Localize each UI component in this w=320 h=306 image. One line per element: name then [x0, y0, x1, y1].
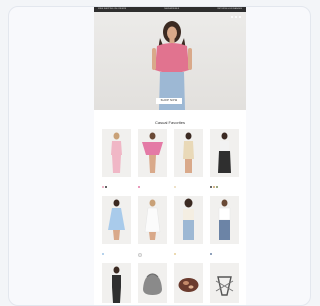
color-swatches [137, 186, 167, 188]
shop-now-button[interactable]: SHOP NOW [156, 98, 182, 104]
product-price [102, 249, 131, 252]
color-swatch[interactable] [137, 253, 142, 257]
product-price [210, 182, 239, 185]
preview-card: FREE SHIPPING ON ORDERS NEW ARRIVALS RET… [8, 6, 311, 306]
product-card[interactable] [101, 196, 131, 255]
product-image[interactable] [137, 129, 167, 177]
color-swatch[interactable] [173, 253, 176, 255]
color-swatch[interactable] [173, 186, 176, 188]
color-swatches [137, 253, 167, 257]
color-swatch[interactable] [137, 186, 140, 188]
product-grid [94, 129, 246, 303]
color-swatch[interactable] [209, 186, 212, 188]
product-image[interactable] [101, 129, 131, 177]
product-price [210, 249, 239, 252]
product-image[interactable] [137, 196, 167, 244]
product-card[interactable] [173, 196, 203, 255]
product-card[interactable] [101, 263, 131, 303]
webpage-preview: FREE SHIPPING ON ORDERS NEW ARRIVALS RET… [94, 7, 246, 305]
product-image[interactable] [173, 263, 203, 303]
product-card[interactable] [209, 196, 239, 255]
color-swatches [173, 186, 203, 188]
color-swatches [173, 253, 203, 255]
product-card[interactable] [173, 129, 203, 188]
cart-icon[interactable] [239, 15, 241, 18]
account-icon[interactable] [235, 15, 237, 18]
color-swatches [101, 186, 131, 188]
color-swatch[interactable] [215, 186, 218, 188]
color-swatch[interactable] [212, 186, 215, 188]
product-price [174, 182, 203, 185]
product-price [138, 182, 167, 185]
color-swatch[interactable] [101, 186, 104, 188]
product-price [174, 249, 203, 252]
product-card[interactable] [173, 263, 203, 303]
color-swatch[interactable] [104, 186, 107, 188]
product-image[interactable] [137, 263, 167, 303]
hero-model-image [152, 21, 192, 110]
product-card[interactable] [137, 263, 167, 303]
product-card[interactable] [137, 129, 167, 188]
product-image[interactable] [209, 196, 239, 244]
color-swatch[interactable] [209, 253, 212, 255]
product-price [138, 249, 167, 252]
color-swatch[interactable] [101, 253, 104, 255]
product-image[interactable] [173, 129, 203, 177]
section-title: Casual Favorites [154, 120, 185, 125]
color-swatches [209, 186, 239, 188]
product-card[interactable] [137, 196, 167, 257]
product-image[interactable] [209, 263, 239, 303]
color-swatches [209, 253, 239, 255]
product-card[interactable] [209, 129, 239, 188]
color-swatches [101, 253, 131, 255]
product-price [102, 182, 131, 185]
hero-banner: SHOP NOW [94, 12, 246, 110]
product-card[interactable] [209, 263, 239, 303]
header-icons [231, 15, 241, 18]
product-image[interactable] [209, 129, 239, 177]
product-card[interactable] [101, 129, 131, 188]
product-image[interactable] [101, 263, 131, 303]
search-icon[interactable] [231, 15, 233, 18]
product-image[interactable] [173, 196, 203, 244]
product-image[interactable] [101, 196, 131, 244]
